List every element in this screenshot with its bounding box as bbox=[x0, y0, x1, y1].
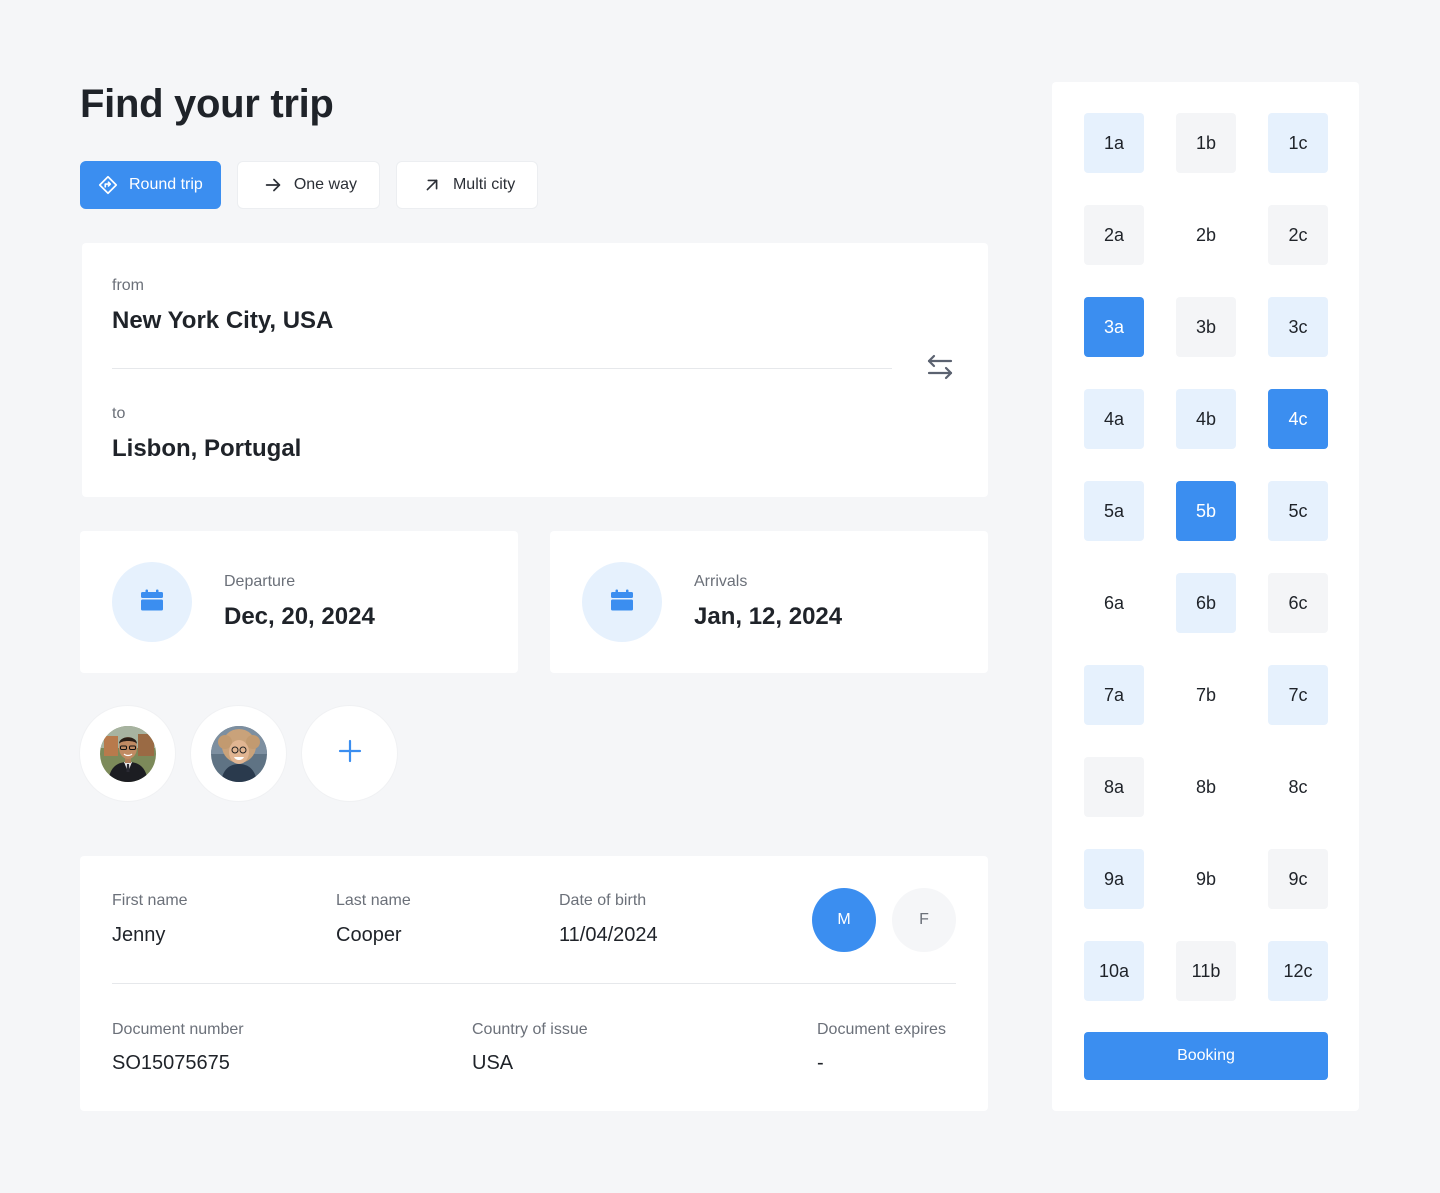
departure-calendar-badge bbox=[112, 562, 192, 642]
info-divider bbox=[112, 983, 956, 984]
seat-1c[interactable]: 1c bbox=[1268, 113, 1328, 173]
seat-3c[interactable]: 3c bbox=[1268, 297, 1328, 357]
departure-label: Departure bbox=[224, 573, 296, 590]
tab-round-trip-label: Round trip bbox=[129, 176, 203, 193]
doc-number-field[interactable]: SO15075675 bbox=[112, 1052, 230, 1075]
seat-grid: 1a 1b 1c 2a 2b 2c 3a 3b 3c 4a 4b 4c 5a 5b 5c 6a 6b 6c 7a 7b… bbox=[1084, 113, 1328, 1001]
seat-5b[interactable]: 5b bbox=[1176, 481, 1236, 541]
expires-field[interactable]: - bbox=[817, 1052, 824, 1075]
seat-8c[interactable]: 8c bbox=[1268, 757, 1328, 817]
route-card: from New York City, USA to Lisbon, Portu… bbox=[82, 243, 988, 497]
seat-12c[interactable]: 12c bbox=[1268, 941, 1328, 1001]
avatar-man bbox=[99, 725, 156, 782]
seat-3b[interactable]: 3b bbox=[1176, 297, 1236, 357]
arrow-up-right-icon bbox=[421, 174, 443, 196]
seat-9b[interactable]: 9b bbox=[1176, 849, 1236, 909]
from-field[interactable]: New York City, USA bbox=[112, 307, 333, 335]
seat-4a[interactable]: 4a bbox=[1084, 389, 1144, 449]
first-name-field[interactable]: Jenny bbox=[112, 924, 165, 947]
seat-7c[interactable]: 7c bbox=[1268, 665, 1328, 725]
dob-field[interactable]: 11/04/2024 bbox=[559, 924, 658, 947]
passenger-2[interactable] bbox=[191, 706, 286, 801]
seat-5a[interactable]: 5a bbox=[1084, 481, 1144, 541]
country-label: Country of issue bbox=[472, 1021, 588, 1038]
seat-9a[interactable]: 9a bbox=[1084, 849, 1144, 909]
tab-multi-city-label: Multi city bbox=[452, 176, 516, 193]
swap-button[interactable] bbox=[920, 349, 960, 389]
swap-icon bbox=[926, 353, 954, 386]
seat-4b[interactable]: 4b bbox=[1176, 389, 1236, 449]
last-name-label: Last name bbox=[336, 892, 411, 909]
seat-7b[interactable]: 7b bbox=[1176, 665, 1236, 725]
arrival-label: Arrivals bbox=[694, 573, 748, 590]
gender-female-button[interactable]: F bbox=[892, 888, 956, 952]
plus-icon bbox=[337, 738, 363, 769]
arrival-calendar-badge bbox=[582, 562, 662, 642]
add-passenger-button[interactable] bbox=[302, 706, 397, 801]
country-field[interactable]: USA bbox=[472, 1052, 513, 1075]
arrival-value: Jan, 12, 2024 bbox=[694, 603, 843, 630]
seat-map-panel: 1a 1b 1c 2a 2b 2c 3a 3b 3c 4a 4b 4c 5a 5b 5c 6a 6b 6c 7a 7b… bbox=[1052, 82, 1359, 1111]
departure-card[interactable]: Departure Dec, 20, 2024 bbox=[80, 531, 518, 673]
seat-6b[interactable]: 6b bbox=[1176, 573, 1236, 633]
from-label: from bbox=[112, 277, 144, 294]
doc-number-label: Document number bbox=[112, 1021, 244, 1038]
tab-multi-city[interactable]: Multi city bbox=[395, 161, 539, 209]
seat-11b[interactable]: 11b bbox=[1176, 941, 1236, 1001]
seat-7a[interactable]: 7a bbox=[1084, 665, 1144, 725]
seat-8a[interactable]: 8a bbox=[1084, 757, 1144, 817]
tab-one-way[interactable]: One way bbox=[236, 161, 380, 209]
first-name-label: First name bbox=[112, 892, 188, 909]
seat-3a[interactable]: 3a bbox=[1084, 297, 1144, 357]
seat-9c[interactable]: 9c bbox=[1268, 849, 1328, 909]
tab-round-trip[interactable]: Round trip bbox=[80, 161, 221, 209]
departure-value: Dec, 20, 2024 bbox=[224, 603, 375, 630]
seat-1a[interactable]: 1a bbox=[1084, 113, 1144, 173]
tab-one-way-label: One way bbox=[293, 176, 357, 193]
passenger-1[interactable] bbox=[80, 706, 175, 801]
seat-8b[interactable]: 8b bbox=[1176, 757, 1236, 817]
route-divider bbox=[112, 368, 892, 369]
to-label: to bbox=[112, 405, 126, 422]
arrival-card[interactable]: Arrivals Jan, 12, 2024 bbox=[550, 531, 988, 673]
seat-4c[interactable]: 4c bbox=[1268, 389, 1328, 449]
booking-button[interactable]: Booking bbox=[1084, 1032, 1328, 1080]
gender-male-button[interactable]: M bbox=[812, 888, 876, 952]
seat-6a[interactable]: 6a bbox=[1084, 573, 1144, 633]
seat-2c[interactable]: 2c bbox=[1268, 205, 1328, 265]
arrow-right-icon bbox=[262, 174, 284, 196]
seat-2b[interactable]: 2b bbox=[1176, 205, 1236, 265]
expires-label: Document expires bbox=[817, 1021, 946, 1038]
avatar-woman bbox=[210, 725, 267, 782]
seat-6c[interactable]: 6c bbox=[1268, 573, 1328, 633]
seat-2a[interactable]: 2a bbox=[1084, 205, 1144, 265]
calendar-icon bbox=[610, 588, 634, 617]
traveler-info-card: First name Jenny Last name Cooper Date o… bbox=[80, 856, 988, 1111]
page-title: Find your trip bbox=[80, 82, 334, 126]
passenger-list bbox=[80, 706, 397, 801]
round-trip-icon bbox=[97, 174, 119, 196]
seat-1b[interactable]: 1b bbox=[1176, 113, 1236, 173]
to-field[interactable]: Lisbon, Portugal bbox=[112, 435, 301, 463]
calendar-icon bbox=[140, 588, 164, 617]
trip-type-tabs: Round trip One way Multi city bbox=[80, 161, 539, 209]
dob-label: Date of birth bbox=[559, 892, 647, 909]
seat-10a[interactable]: 10a bbox=[1084, 941, 1144, 1001]
seat-5c[interactable]: 5c bbox=[1268, 481, 1328, 541]
last-name-field[interactable]: Cooper bbox=[336, 924, 402, 947]
